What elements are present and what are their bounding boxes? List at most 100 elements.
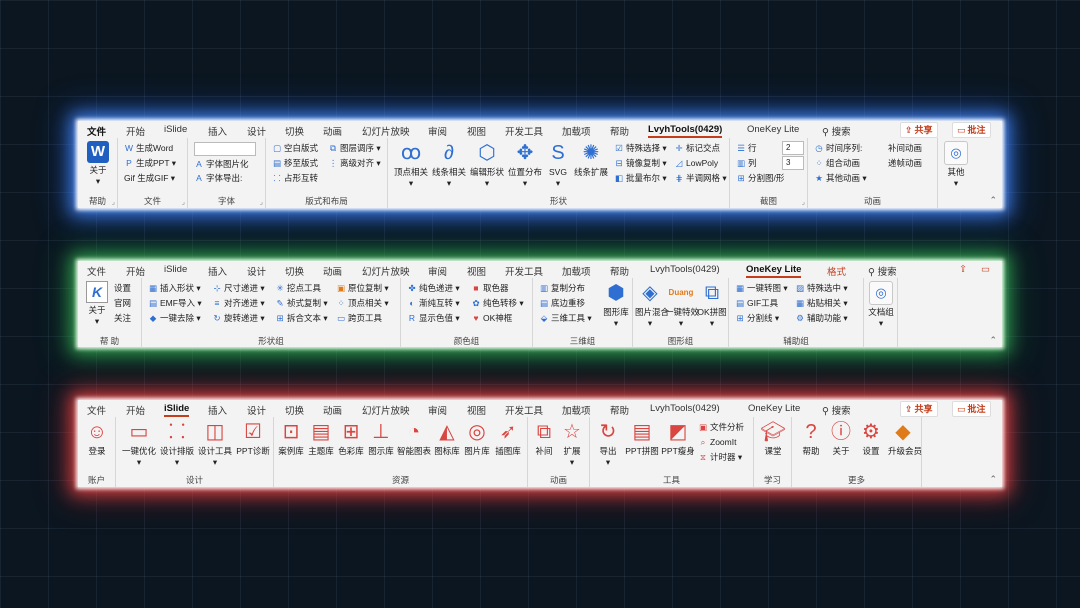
vertex-button[interactable]: ⁘ 顶点相关 ▾ (336, 297, 388, 309)
tab-review[interactable]: 审阅 (428, 264, 447, 278)
color-picker-button[interactable]: ■ 取色器 (471, 282, 508, 294)
tab-developer[interactable]: 开发工具 (505, 124, 543, 138)
tab-view[interactable]: 视图 (467, 403, 486, 417)
tab-file[interactable]: 文件 (87, 403, 106, 417)
tab-animations[interactable]: 动画 (323, 403, 342, 417)
tab-insert[interactable]: 插入 (208, 403, 227, 417)
collapse-ribbon-icon[interactable]: ⌃ (989, 474, 997, 485)
tab-help[interactable]: 帮助 (610, 124, 629, 138)
other-animation-button[interactable]: ★ 其他动画 ▾ (814, 172, 866, 184)
tab-file[interactable]: 文件 (87, 124, 106, 138)
ppt-slim-button[interactable]: ◩ PPT瘦身 (660, 420, 696, 457)
split-text-button[interactable]: ⊞ 拆合文本 ▾ (275, 312, 327, 324)
bottom-edge-button[interactable]: ▤ 底边重移 (539, 297, 585, 309)
follow-button[interactable]: 关注 (114, 312, 131, 324)
one-click-effect-button[interactable]: Duang 一键特效 ▾ (665, 281, 699, 329)
doc-group-button[interactable]: ◎ 文档组 ▾ (866, 281, 896, 329)
paste-button[interactable]: ▦ 粘贴相关 ▾ (795, 297, 848, 309)
combo-animation-button[interactable]: ⁘ 组合动画 (814, 157, 860, 169)
cut-point-button[interactable]: ✳ 挖点工具 (275, 282, 321, 294)
settings-button[interactable]: 设置 (114, 282, 131, 294)
align-step-button[interactable]: ≡ 对齐递进 ▾ (212, 297, 265, 309)
ok-puzzle-button[interactable]: ⧉ OK拼图 ▾ (697, 281, 727, 329)
tab-search[interactable]: ⚲ 搜索 (868, 264, 897, 278)
show-color-value-button[interactable]: R 显示色值 ▾ (407, 312, 460, 324)
case-library-button[interactable]: ⊡ 案例库 (276, 420, 306, 457)
tab-lvyhtools[interactable]: LvyhTools(0429) (650, 264, 720, 275)
image-mix-button[interactable]: ◈ 图片混合 ▾ (635, 281, 669, 329)
one-click-convert-button[interactable]: ▦ 一键转图 ▾ (735, 282, 788, 294)
tab-addins[interactable]: 加载项 (562, 124, 591, 138)
help-button[interactable]: ? 帮助 (796, 420, 826, 457)
layer-order-button[interactable]: ⧉ 图层调序 ▾ (328, 142, 381, 154)
ppt-diagnose-button[interactable]: ☑ PPT诊断 (234, 420, 272, 457)
generate-word-button[interactable]: W 生成Word (124, 142, 173, 154)
blank-layout-button[interactable]: ▢ 空白版式 (272, 142, 318, 154)
theme-library-button[interactable]: ▤ 主题库 (306, 420, 336, 457)
tab-home[interactable]: 开始 (126, 124, 145, 138)
dialog-launcher-icon[interactable]: ⌟ (182, 198, 185, 206)
share-button[interactable]: ⇪ 共享 (900, 122, 938, 138)
diagram-library-button[interactable]: ⊥ 图示库 (366, 420, 396, 457)
line-expand-button[interactable]: ✺ 线条扩展 (572, 141, 610, 178)
ok-frame-button[interactable]: ♥ OK神框 (471, 312, 512, 324)
timeline-button[interactable]: ◷ 时间序列: (814, 142, 862, 154)
tab-islide[interactable]: iSlide (164, 124, 187, 135)
font-to-picture-button[interactable]: A 字体图片化 (194, 158, 248, 170)
aux-function-button[interactable]: ⚙ 辅助功能 ▾ (795, 312, 847, 324)
tab-slideshow[interactable]: 幻灯片放映 (362, 403, 410, 417)
shape-library-button[interactable]: ⬢ 图形库 ▾ (601, 281, 631, 329)
one-click-remove-button[interactable]: ◆ 一键去除 ▾ (148, 312, 201, 324)
svg-button[interactable]: S SVG ▾ (544, 141, 572, 189)
lowpoly-button[interactable]: ◿ LowPoly (674, 157, 718, 169)
frame-animation-button[interactable]: 递帧动画 (888, 157, 922, 169)
tab-home[interactable]: 开始 (126, 264, 145, 278)
tab-help[interactable]: 帮助 (610, 264, 629, 278)
dialog-launcher-icon[interactable]: ⌟ (112, 198, 115, 206)
login-button[interactable]: ☺ 登录 (80, 420, 114, 457)
tab-developer[interactable]: 开发工具 (505, 403, 543, 417)
color-shift-button[interactable]: ✿ 纯色转移 ▾ (471, 297, 523, 309)
split-image-button[interactable]: ⊞ 分割图/形 (736, 172, 784, 184)
tab-search[interactable]: ⚲ 搜索 (822, 403, 851, 417)
col-count-select[interactable]: 3 (782, 156, 804, 170)
placeholder-swap-button[interactable]: ⸬ 占形互转 (272, 172, 318, 184)
separator-line-button[interactable]: ⊞ 分割线 ▾ (735, 312, 779, 324)
timer-button[interactable]: ⧖ 计时器 ▾ (698, 451, 742, 463)
tab-onekey[interactable]: OneKey Lite (748, 403, 800, 414)
ppt-puzzle-button[interactable]: ▤ PPT拼图 (624, 420, 660, 457)
website-button[interactable]: 官网 (114, 297, 131, 309)
style-copy-button[interactable]: ✎ 祯式复制 ▾ (275, 297, 327, 309)
tab-design[interactable]: 设计 (247, 403, 266, 417)
tab-addins[interactable]: 加载项 (562, 264, 591, 278)
cross-page-button[interactable]: ▭ 跨页工具 (336, 312, 382, 324)
export-button[interactable]: ↻ 导出 ▾ (592, 420, 624, 468)
about-button[interactable]: K 关于 ▾ (82, 281, 112, 327)
color-library-button[interactable]: ⊞ 色彩库 (336, 420, 366, 457)
tween-animation-button[interactable]: 补间动画 (888, 142, 922, 154)
tab-transitions[interactable]: 切换 (285, 124, 304, 138)
tab-home[interactable]: 开始 (126, 403, 145, 417)
tab-file[interactable]: 文件 (87, 264, 106, 278)
generate-gif-button[interactable]: Gif 生成GIF ▾ (124, 172, 175, 184)
mark-intersection-button[interactable]: ✛ 标记交点 (674, 142, 720, 154)
generate-ppt-button[interactable]: P 生成PPT ▾ (124, 157, 176, 169)
rotate-step-button[interactable]: ↻ 旋转递进 ▾ (212, 312, 264, 324)
tab-design[interactable]: 设计 (247, 124, 266, 138)
gradient-swap-button[interactable]: ◐ 渐纯互转 ▾ (407, 297, 459, 309)
batch-boolean-button[interactable]: ◧ 批量布尔 ▾ (614, 172, 667, 184)
size-step-button[interactable]: ⊹ 尺寸递进 ▾ (212, 282, 264, 294)
tab-review[interactable]: 审阅 (428, 403, 447, 417)
tab-addins[interactable]: 加载项 (562, 403, 591, 417)
collapse-ribbon-icon[interactable]: ⌃ (989, 195, 997, 206)
tab-lvyhtools[interactable]: LvyhTools(0429) (650, 403, 720, 414)
tab-view[interactable]: 视图 (467, 124, 486, 138)
tab-insert[interactable]: 插入 (208, 124, 227, 138)
tab-transitions[interactable]: 切换 (285, 264, 304, 278)
file-analyze-button[interactable]: ▣ 文件分析 (698, 421, 744, 433)
tab-slideshow[interactable]: 幻灯片放映 (362, 124, 410, 138)
gif-tool-button[interactable]: ▤ GIF工具 (735, 297, 778, 309)
edit-shape-button[interactable]: ⬡ 编辑形状 ▾ (468, 141, 506, 189)
tab-search[interactable]: ⚲ 搜索 (822, 124, 851, 138)
design-tool-button[interactable]: ◫ 设计工具 ▾ (196, 420, 234, 468)
